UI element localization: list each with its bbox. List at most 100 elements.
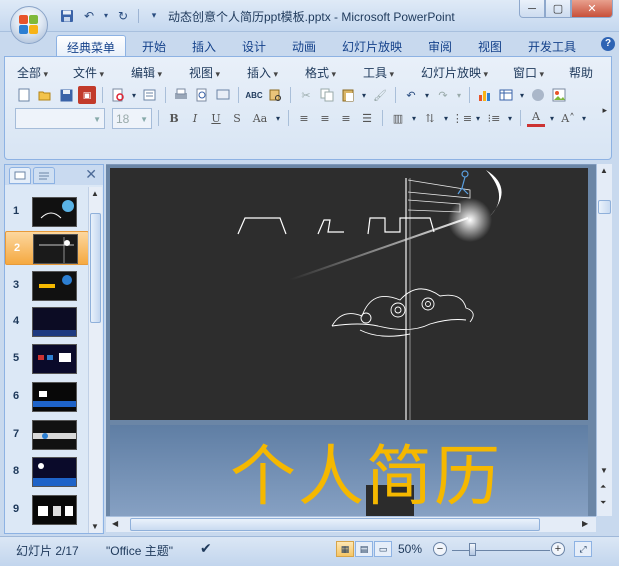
- open-icon[interactable]: [36, 86, 54, 104]
- new-icon[interactable]: [15, 86, 33, 104]
- format-painter-icon[interactable]: 🖌: [371, 86, 389, 104]
- tab-animations[interactable]: 动画: [284, 35, 324, 56]
- minimize-button[interactable]: ─: [519, 0, 545, 18]
- paste-icon[interactable]: [339, 86, 357, 104]
- menu-slideshow[interactable]: 幻灯片放映: [415, 63, 507, 82]
- slides-pane-scrollbar[interactable]: ▲ ▼: [88, 187, 102, 533]
- slide-thumbnail[interactable]: 6: [5, 380, 89, 414]
- research-book-icon[interactable]: [266, 86, 284, 104]
- justify-icon[interactable]: ☰: [358, 109, 376, 127]
- text-direction-dropdown-icon[interactable]: ▾: [442, 109, 450, 127]
- zoom-in-button[interactable]: +: [551, 542, 565, 556]
- dropdown-arrow-icon[interactable]: ▾: [130, 86, 138, 104]
- customize-qat-icon[interactable]: ▾: [145, 7, 163, 24]
- close-button[interactable]: ✕: [571, 0, 613, 18]
- editor-horizontal-scrollbar[interactable]: ◀ ▶: [106, 516, 596, 532]
- bullets-dropdown-icon[interactable]: ▾: [506, 109, 514, 127]
- previous-slide-icon[interactable]: ⏶: [600, 482, 606, 492]
- bold-icon[interactable]: B: [165, 109, 183, 127]
- menu-file[interactable]: 文件: [67, 63, 125, 82]
- fit-to-window-button[interactable]: ⤢: [574, 541, 592, 557]
- text-direction-icon[interactable]: ⇅: [421, 109, 439, 127]
- menu-edit[interactable]: 编辑: [125, 63, 183, 82]
- menu-format[interactable]: 格式: [299, 63, 357, 82]
- align-right-icon[interactable]: ≡: [337, 109, 355, 127]
- insert-table-dropdown-icon[interactable]: ▾: [518, 86, 526, 104]
- tab-insert[interactable]: 插入: [184, 35, 224, 56]
- scroll-up-icon[interactable]: ▲: [91, 189, 99, 198]
- print-preview-page-icon[interactable]: [193, 86, 211, 104]
- tab-outline[interactable]: [33, 167, 55, 184]
- scroll-down-icon[interactable]: ▼: [91, 522, 99, 531]
- scrollbar-thumb[interactable]: [130, 518, 540, 531]
- zoom-slider-track[interactable]: [452, 550, 550, 551]
- numbering-dropdown-icon[interactable]: ▾: [474, 109, 482, 127]
- slide-title[interactable]: 个人简历: [230, 423, 502, 516]
- menu-tools[interactable]: 工具: [357, 63, 415, 82]
- shadow-icon[interactable]: S: [228, 109, 246, 127]
- slide-sorter-button[interactable]: ▤: [355, 541, 373, 557]
- bullets-icon[interactable]: ⁝≡: [485, 109, 503, 127]
- grow-font-icon[interactable]: A˄: [559, 109, 577, 127]
- italic-icon[interactable]: I: [186, 109, 204, 127]
- change-case-icon[interactable]: Aa: [249, 109, 271, 127]
- screen-icon[interactable]: [214, 86, 232, 104]
- help-icon[interactable]: ?: [601, 37, 615, 51]
- undo-toolbar-dropdown-icon[interactable]: ▾: [423, 86, 431, 104]
- print-icon[interactable]: [172, 86, 190, 104]
- slideshow-button[interactable]: ▭: [374, 541, 392, 557]
- menu-window[interactable]: 窗口: [507, 63, 563, 82]
- save-icon[interactable]: [57, 86, 75, 104]
- paste-dropdown-icon[interactable]: ▾: [360, 86, 368, 104]
- redo-toolbar-dropdown-icon[interactable]: ▾: [455, 86, 463, 104]
- undo-icon[interactable]: ↶: [80, 7, 98, 24]
- tab-design[interactable]: 设计: [234, 35, 274, 56]
- maximize-button[interactable]: ▢: [545, 0, 571, 18]
- normal-view-button[interactable]: ▦: [336, 541, 354, 557]
- numbering-icon[interactable]: ⋮≡: [452, 109, 472, 127]
- align-left-icon[interactable]: ≡: [295, 109, 313, 127]
- zoom-level[interactable]: 50%: [398, 542, 422, 556]
- scroll-left-icon[interactable]: ◀: [112, 519, 118, 528]
- insert-table-icon[interactable]: [497, 86, 515, 104]
- tab-slides[interactable]: [9, 167, 31, 184]
- undo-dropdown-icon[interactable]: ▾: [102, 7, 110, 24]
- menu-all[interactable]: 全部: [11, 63, 67, 82]
- toolbar-overflow-icon[interactable]: ▸: [602, 105, 607, 116]
- slide-canvas[interactable]: [110, 168, 588, 420]
- slide-thumbnail[interactable]: 4: [5, 305, 89, 339]
- copy-icon[interactable]: [318, 86, 336, 104]
- color-grayscale-icon[interactable]: [529, 86, 547, 104]
- permission-icon[interactable]: ▣: [78, 86, 96, 104]
- slide-thumbnail[interactable]: 7: [5, 418, 89, 452]
- office-button[interactable]: [10, 6, 48, 44]
- editor-vertical-scrollbar[interactable]: ▲ ▼ ⏶ ⏷: [596, 164, 612, 516]
- font-size-combo[interactable]: 18 ▼: [112, 107, 152, 129]
- tab-slideshow[interactable]: 幻灯片放映: [336, 35, 408, 56]
- scroll-down-icon[interactable]: ▼: [600, 466, 608, 475]
- tab-classic-menu[interactable]: 经典菜单: [56, 35, 126, 56]
- slide-thumbnail[interactable]: 5: [5, 342, 89, 376]
- font-color-icon[interactable]: A: [527, 109, 545, 127]
- close-pane-icon[interactable]: ✕: [85, 166, 97, 183]
- columns-dropdown-icon[interactable]: ▾: [410, 109, 418, 127]
- zoom-out-button[interactable]: −: [433, 542, 447, 556]
- columns-icon[interactable]: ▥: [389, 109, 407, 127]
- slide-thumbnail[interactable]: 9: [5, 493, 89, 527]
- tab-home[interactable]: 开始: [134, 35, 174, 56]
- research-icon[interactable]: [141, 86, 159, 104]
- tab-review[interactable]: 审阅: [420, 35, 460, 56]
- font-name-combo[interactable]: ▼: [15, 107, 105, 129]
- spell-check-icon[interactable]: ✔: [200, 540, 212, 557]
- scrollbar-thumb[interactable]: [598, 200, 611, 214]
- scrollbar-thumb[interactable]: [90, 213, 101, 323]
- slide-thumbnail[interactable]: 8: [5, 455, 89, 489]
- spelling-icon[interactable]: ABC: [245, 86, 263, 104]
- menu-insert[interactable]: 插入: [241, 63, 299, 82]
- font-color-dropdown-icon[interactable]: ▾: [548, 109, 556, 127]
- scroll-right-icon[interactable]: ▶: [582, 519, 588, 528]
- print-preview-icon[interactable]: [109, 86, 127, 104]
- redo-toolbar-icon[interactable]: ↷: [434, 86, 452, 104]
- menu-help[interactable]: 帮助: [563, 63, 593, 82]
- slide-thumbnail[interactable]: 1: [5, 195, 89, 229]
